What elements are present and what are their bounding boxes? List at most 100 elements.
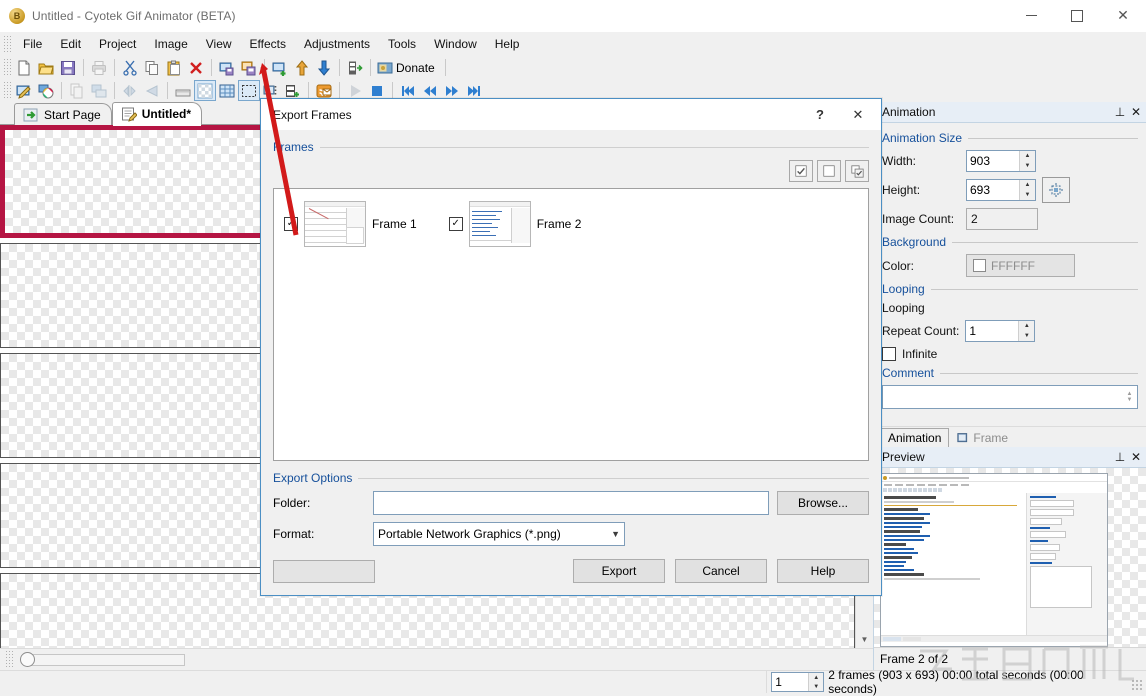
maximize-button[interactable]	[1054, 0, 1100, 31]
preview-canvas[interactable]	[874, 468, 1146, 647]
repeat-count-spinner[interactable]: ▲ ▼	[965, 320, 1035, 342]
move-up-icon[interactable]	[291, 57, 313, 78]
width-input[interactable]	[967, 151, 1019, 171]
duplicate-frame-icon[interactable]	[66, 80, 88, 101]
pin-icon[interactable]: ⊥	[1112, 104, 1128, 120]
toolbar-grip-icon[interactable]	[4, 59, 11, 76]
spinner-up-icon[interactable]: ▲	[1020, 180, 1035, 190]
browse-button[interactable]: Browse...	[777, 491, 869, 515]
dialog-close-button[interactable]: ✕	[835, 99, 881, 130]
spinner-up-icon[interactable]: ▲	[1020, 151, 1035, 161]
document-tab-start-page[interactable]: Start Page	[14, 103, 112, 125]
toolbar-grip-icon[interactable]	[4, 82, 11, 99]
add-frame-icon[interactable]	[269, 57, 291, 78]
current-frame-input[interactable]	[772, 673, 808, 691]
current-frame-spinner-buttons[interactable]: ▲ ▼	[808, 673, 823, 691]
comment-input[interactable]: ▲▼	[882, 385, 1138, 409]
menu-project[interactable]: Project	[90, 34, 145, 54]
background-color-field[interactable]: FFFFFF	[966, 254, 1075, 277]
menu-grip-icon[interactable]	[4, 36, 11, 52]
infinite-checkbox[interactable]	[882, 347, 896, 361]
repeat-spinner-buttons[interactable]: ▲ ▼	[1018, 321, 1034, 341]
print-icon[interactable]	[88, 57, 110, 78]
close-icon[interactable]: ✕	[1128, 449, 1144, 465]
frame-checkbox[interactable]: ✓	[449, 217, 463, 231]
width-spinner-buttons[interactable]: ▲ ▼	[1019, 151, 1035, 171]
frame-list[interactable]: ✓ Frame 1 ✓	[273, 188, 869, 461]
cancel-button[interactable]: Cancel	[675, 559, 767, 583]
import-image-icon[interactable]	[216, 57, 238, 78]
open-folder-icon[interactable]	[35, 57, 57, 78]
spinner-down-icon[interactable]: ▼	[1020, 161, 1035, 171]
menu-effects[interactable]: Effects	[241, 34, 295, 54]
spinner-down-icon[interactable]: ▼	[1019, 331, 1034, 341]
height-spinner[interactable]: ▲ ▼	[966, 179, 1036, 201]
tab-frame[interactable]: Frame	[949, 428, 1016, 447]
width-label: Width:	[882, 154, 960, 168]
copy-icon[interactable]	[141, 57, 163, 78]
background-icon[interactable]	[172, 80, 194, 101]
palette-icon[interactable]	[35, 80, 57, 101]
folder-input[interactable]	[373, 491, 769, 515]
menu-file[interactable]: File	[14, 34, 51, 54]
menu-adjustments[interactable]: Adjustments	[295, 34, 379, 54]
merge-frame-icon[interactable]	[88, 80, 110, 101]
resize-grip-icon[interactable]	[1131, 679, 1143, 691]
tab-animation[interactable]: Animation	[880, 428, 949, 447]
infinite-row[interactable]: Infinite	[882, 347, 1138, 361]
close-button[interactable]: ✕	[1100, 0, 1146, 31]
help-button[interactable]: Help	[777, 559, 869, 583]
minimize-button[interactable]	[1008, 0, 1054, 31]
thumbnail-sketch	[305, 202, 365, 246]
height-input[interactable]	[967, 180, 1019, 200]
delete-icon[interactable]	[185, 57, 207, 78]
uncheck-all-button[interactable]	[817, 160, 841, 182]
format-select[interactable]: Portable Network Graphics (*.png) ▼	[373, 522, 625, 546]
flip-horizontal-icon[interactable]	[119, 80, 141, 101]
close-icon[interactable]: ✕	[1128, 104, 1144, 120]
menu-edit[interactable]: Edit	[51, 34, 90, 54]
edit-frame-icon[interactable]	[13, 80, 35, 101]
export-animation-icon[interactable]	[344, 57, 366, 78]
export-frames-icon[interactable]	[238, 57, 260, 78]
menu-view[interactable]: View	[197, 34, 241, 54]
resize-canvas-button[interactable]	[1042, 177, 1070, 203]
menu-image[interactable]: Image	[145, 34, 196, 54]
frame-list-item[interactable]: ✓ Frame 1	[284, 201, 417, 247]
save-icon[interactable]	[57, 57, 79, 78]
zoom-row-grip-icon[interactable]	[6, 651, 13, 668]
pin-icon[interactable]: ⊥	[1112, 449, 1128, 465]
spinner-down-icon[interactable]: ▼	[809, 682, 823, 691]
donate-button[interactable]: Donate	[375, 57, 441, 78]
frame-checkbox[interactable]: ✓	[284, 217, 298, 231]
dialog-body: Frames ✓	[261, 130, 881, 553]
cut-icon[interactable]	[119, 57, 141, 78]
flip-vertical-icon[interactable]	[141, 80, 163, 101]
dialog-help-button[interactable]: ?	[805, 99, 835, 130]
grid-icon[interactable]	[216, 80, 238, 101]
width-spinner[interactable]: ▲ ▼	[966, 150, 1036, 172]
dialog-footer: Export Cancel Help	[261, 553, 881, 595]
paste-icon[interactable]	[163, 57, 185, 78]
spinner-up-icon[interactable]: ▲	[1019, 321, 1034, 331]
spinner-up-icon[interactable]: ▲	[809, 673, 823, 682]
scroll-down-icon[interactable]: ▼	[856, 631, 873, 648]
new-file-icon[interactable]	[13, 57, 35, 78]
export-button[interactable]: Export	[573, 559, 665, 583]
current-frame-spinner[interactable]: ▲ ▼	[771, 672, 824, 692]
frame-list-item[interactable]: ✓ Frame 2	[449, 201, 582, 247]
menu-window[interactable]: Window	[425, 34, 486, 54]
move-down-icon[interactable]	[313, 57, 335, 78]
selection-icon[interactable]	[238, 80, 260, 101]
height-spinner-buttons[interactable]: ▲ ▼	[1019, 180, 1035, 200]
check-all-button[interactable]	[789, 160, 813, 182]
invert-selection-button[interactable]	[845, 160, 869, 182]
repeat-count-input[interactable]	[966, 321, 1018, 341]
menu-tools[interactable]: Tools	[379, 34, 425, 54]
document-tab-untitled[interactable]: Untitled*	[112, 102, 202, 125]
zoom-slider[interactable]	[15, 652, 185, 668]
comment-spinner-icon[interactable]: ▲▼	[1122, 387, 1137, 407]
spinner-down-icon[interactable]: ▼	[1020, 190, 1035, 200]
menu-help[interactable]: Help	[486, 34, 529, 54]
transparency-icon[interactable]	[194, 80, 216, 101]
